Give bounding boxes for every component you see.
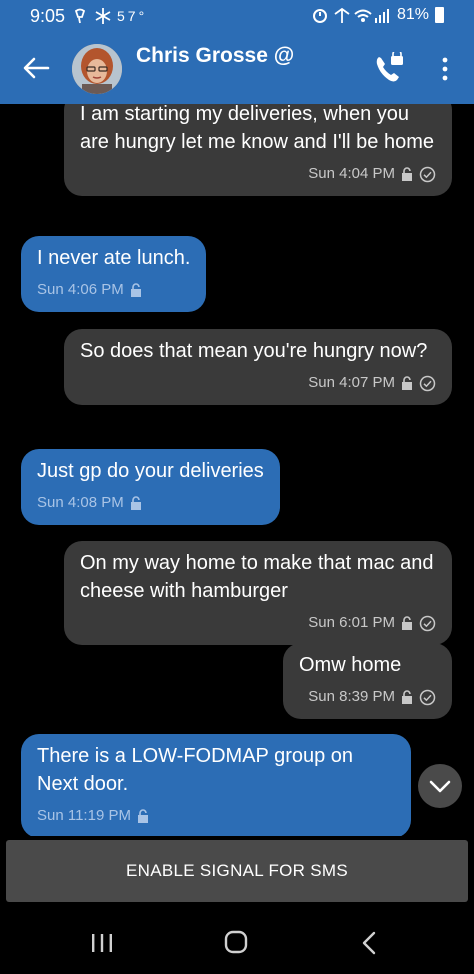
battery-percent: 81% xyxy=(396,6,429,23)
call-icon[interactable] xyxy=(372,52,406,86)
lock-icon xyxy=(402,690,412,704)
battery-icon xyxy=(435,7,444,23)
status-notification-icons: 57° xyxy=(73,7,149,29)
status-time: 9:05 xyxy=(30,6,66,26)
svg-text:57°: 57° xyxy=(117,8,147,24)
chevron-down-icon xyxy=(429,780,451,793)
message-meta: Sun 6:01 PM xyxy=(80,609,436,637)
message-time: Sun 8:39 PM xyxy=(308,688,395,705)
lock-icon xyxy=(130,283,141,297)
message-meta: Sun 4:06 PM xyxy=(37,276,190,304)
message-time: Sun 4:04 PM xyxy=(308,165,395,182)
notification-icons: 57° xyxy=(74,8,147,24)
message-time: Sun 6:01 PM xyxy=(308,614,395,631)
message-time: Sun 4:07 PM xyxy=(308,374,395,391)
message-text: Just gp do your deliveries xyxy=(37,460,264,482)
message-meta: Sun 11:19 PM xyxy=(37,802,395,830)
message-bubble-outgoing[interactable]: On my way home to make that mac and chee… xyxy=(64,541,452,645)
message-bubble-incoming[interactable]: There is a LOW-FODMAP group on Next door… xyxy=(21,734,411,836)
lock-icon xyxy=(402,616,412,630)
message-text: There is a LOW-FODMAP group on Next door… xyxy=(37,745,359,795)
lock-icon xyxy=(402,376,412,390)
message-text: I am starting my deliveries, when you ar… xyxy=(80,104,435,153)
check-circle-icon xyxy=(419,689,436,705)
message-bubble-outgoing[interactable]: So does that mean you're hungry now? Sun… xyxy=(64,329,452,405)
message-time: Sun 4:06 PM xyxy=(37,281,124,298)
system-status-icons xyxy=(312,7,389,23)
message-meta: Sun 4:07 PM xyxy=(80,369,436,397)
message-time: Sun 11:19 PM xyxy=(37,807,131,824)
message-bubble-outgoing[interactable]: I am starting my deliveries, when you ar… xyxy=(64,104,452,196)
lock-icon xyxy=(137,809,148,823)
message-bubble-incoming[interactable]: I never ate lunch. Sun 4:06 PM xyxy=(21,236,207,312)
conversation-header: Chris Grosse @ xyxy=(0,32,474,104)
avatar-image xyxy=(72,44,122,94)
check-circle-icon xyxy=(419,375,436,391)
message-meta: Sun 4:08 PM xyxy=(37,489,264,517)
status-bar: 9:05 57° 81% xyxy=(0,0,474,32)
check-circle-icon xyxy=(419,166,436,182)
message-meta: Sun 4:04 PM xyxy=(80,160,436,188)
more-vert-icon[interactable] xyxy=(432,54,458,84)
contact-name[interactable]: Chris Grosse @ xyxy=(136,44,294,68)
back-arrow-icon[interactable] xyxy=(22,54,50,82)
message-text: I never ate lunch. xyxy=(37,247,191,269)
lock-icon xyxy=(402,167,412,181)
check-circle-icon xyxy=(419,615,436,631)
scroll-to-bottom-button[interactable] xyxy=(418,764,462,808)
message-bubble-outgoing[interactable]: Omw home Sun 8:39 PM xyxy=(283,643,452,719)
home-icon[interactable] xyxy=(224,930,248,954)
status-right: 81% xyxy=(311,6,444,24)
message-meta: Sun 8:39 PM xyxy=(299,683,436,711)
message-text: So does that mean you're hungry now? xyxy=(80,340,428,362)
contact-avatar[interactable] xyxy=(72,44,122,94)
system-navigation-bar xyxy=(0,908,474,974)
recents-icon[interactable] xyxy=(90,932,114,954)
message-text: Omw home xyxy=(299,654,402,676)
message-text: On my way home to make that mac and chee… xyxy=(80,552,440,602)
message-list[interactable]: I am starting my deliveries, when you ar… xyxy=(0,104,474,836)
nav-back-icon[interactable] xyxy=(360,930,378,956)
enable-signal-sms-button[interactable]: ENABLE SIGNAL FOR SMS xyxy=(6,840,468,902)
lock-icon xyxy=(130,496,141,510)
message-time: Sun 4:08 PM xyxy=(37,494,124,511)
message-bubble-incoming[interactable]: Just gp do your deliveries Sun 4:08 PM xyxy=(21,449,280,525)
